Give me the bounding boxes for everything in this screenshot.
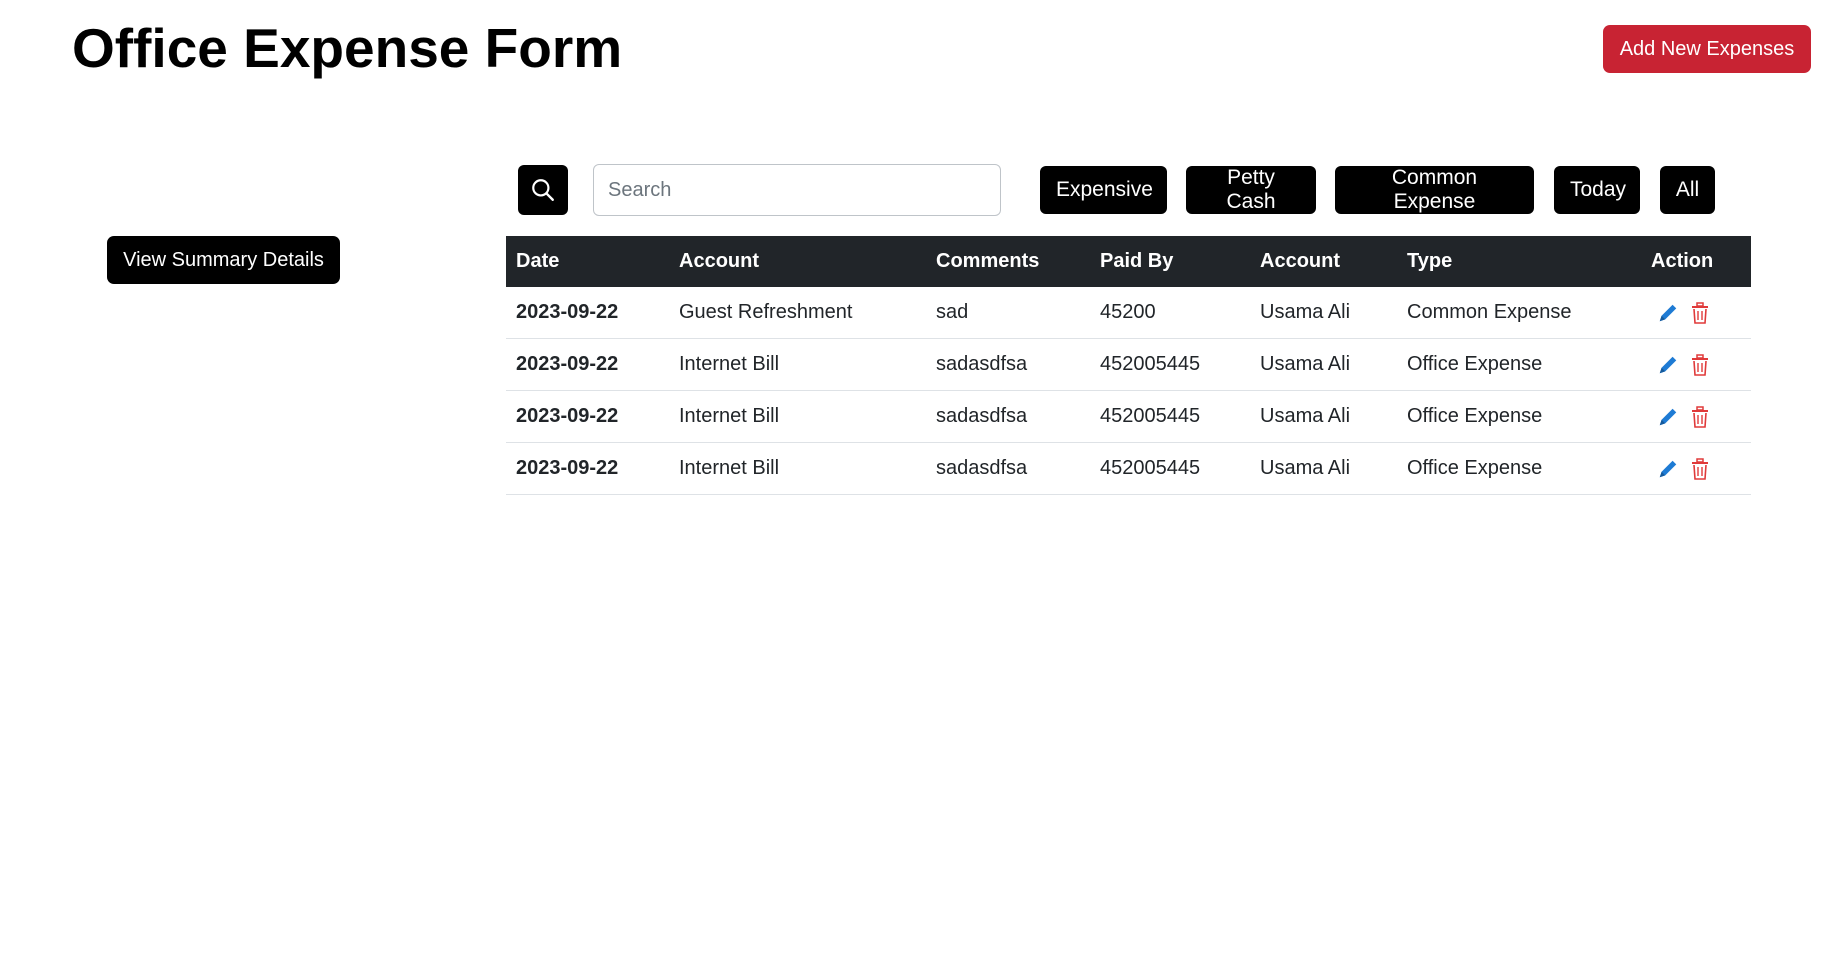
cell-account: Guest Refreshment (669, 287, 926, 339)
cell-comments: sadasdfsa (926, 338, 1090, 391)
pencil-icon[interactable] (1657, 302, 1679, 324)
cell-type: Common Expense (1397, 287, 1641, 339)
cell-paid-by: 45200 (1090, 287, 1250, 339)
cell-date: 2023-09-22 (506, 338, 669, 391)
cell-account: Internet Bill (669, 338, 926, 391)
cell-account: Internet Bill (669, 390, 926, 443)
pencil-icon[interactable] (1657, 458, 1679, 480)
table-row: 2023-09-22 Internet Bill sadasdfsa 45200… (506, 338, 1751, 391)
trash-icon[interactable] (1689, 301, 1711, 324)
cell-type: Office Expense (1397, 338, 1641, 391)
pencil-icon[interactable] (1657, 354, 1679, 376)
search-input[interactable] (593, 164, 1001, 216)
filter-today-button[interactable]: Today (1554, 166, 1640, 214)
table-header-row: Date Account Comments Paid By Account Ty… (506, 236, 1751, 287)
filter-all-button[interactable]: All (1660, 166, 1715, 214)
trash-icon[interactable] (1689, 353, 1711, 376)
cell-date: 2023-09-22 (506, 390, 669, 443)
filter-common-expense-button[interactable]: Common Expense (1335, 166, 1534, 214)
cell-comments: sad (926, 287, 1090, 339)
cell-action (1641, 338, 1751, 391)
cell-paid-by: 452005445 (1090, 442, 1250, 495)
column-header-account-2[interactable]: Account (1250, 236, 1397, 287)
table-row: 2023-09-22 Internet Bill sadasdfsa 45200… (506, 390, 1751, 443)
page-title: Office Expense Form (72, 17, 623, 79)
search-icon (532, 179, 554, 201)
cell-action (1641, 442, 1751, 495)
cell-action (1641, 287, 1751, 339)
view-summary-details-button[interactable]: View Summary Details (107, 236, 340, 284)
cell-date: 2023-09-22 (506, 287, 669, 339)
cell-account-2: Usama Ali (1250, 442, 1397, 495)
column-header-date[interactable]: Date (506, 236, 669, 287)
cell-type: Office Expense (1397, 390, 1641, 443)
filter-petty-cash-button[interactable]: Petty Cash (1186, 166, 1316, 214)
cell-date: 2023-09-22 (506, 442, 669, 495)
cell-paid-by: 452005445 (1090, 390, 1250, 443)
filter-expensive-button[interactable]: Expensive (1040, 166, 1167, 214)
add-new-expenses-button[interactable]: Add New Expenses (1603, 25, 1811, 73)
column-header-comments[interactable]: Comments (926, 236, 1090, 287)
cell-account-2: Usama Ali (1250, 287, 1397, 339)
cell-paid-by: 452005445 (1090, 338, 1250, 391)
cell-account: Internet Bill (669, 442, 926, 495)
column-header-paid-by[interactable]: Paid By (1090, 236, 1250, 287)
column-header-action: Action (1641, 236, 1751, 287)
cell-comments: sadasdfsa (926, 390, 1090, 443)
table-row: 2023-09-22 Internet Bill sadasdfsa 45200… (506, 442, 1751, 495)
trash-icon[interactable] (1689, 457, 1711, 480)
column-header-type[interactable]: Type (1397, 236, 1641, 287)
expenses-table: Date Account Comments Paid By Account Ty… (506, 236, 1751, 495)
cell-type: Office Expense (1397, 442, 1641, 495)
table-row: 2023-09-22 Guest Refreshment sad 45200 U… (506, 287, 1751, 339)
cell-action (1641, 390, 1751, 443)
pencil-icon[interactable] (1657, 406, 1679, 428)
cell-account-2: Usama Ali (1250, 390, 1397, 443)
cell-comments: sadasdfsa (926, 442, 1090, 495)
column-header-account[interactable]: Account (669, 236, 926, 287)
search-button[interactable] (518, 165, 568, 215)
cell-account-2: Usama Ali (1250, 338, 1397, 391)
trash-icon[interactable] (1689, 405, 1711, 428)
